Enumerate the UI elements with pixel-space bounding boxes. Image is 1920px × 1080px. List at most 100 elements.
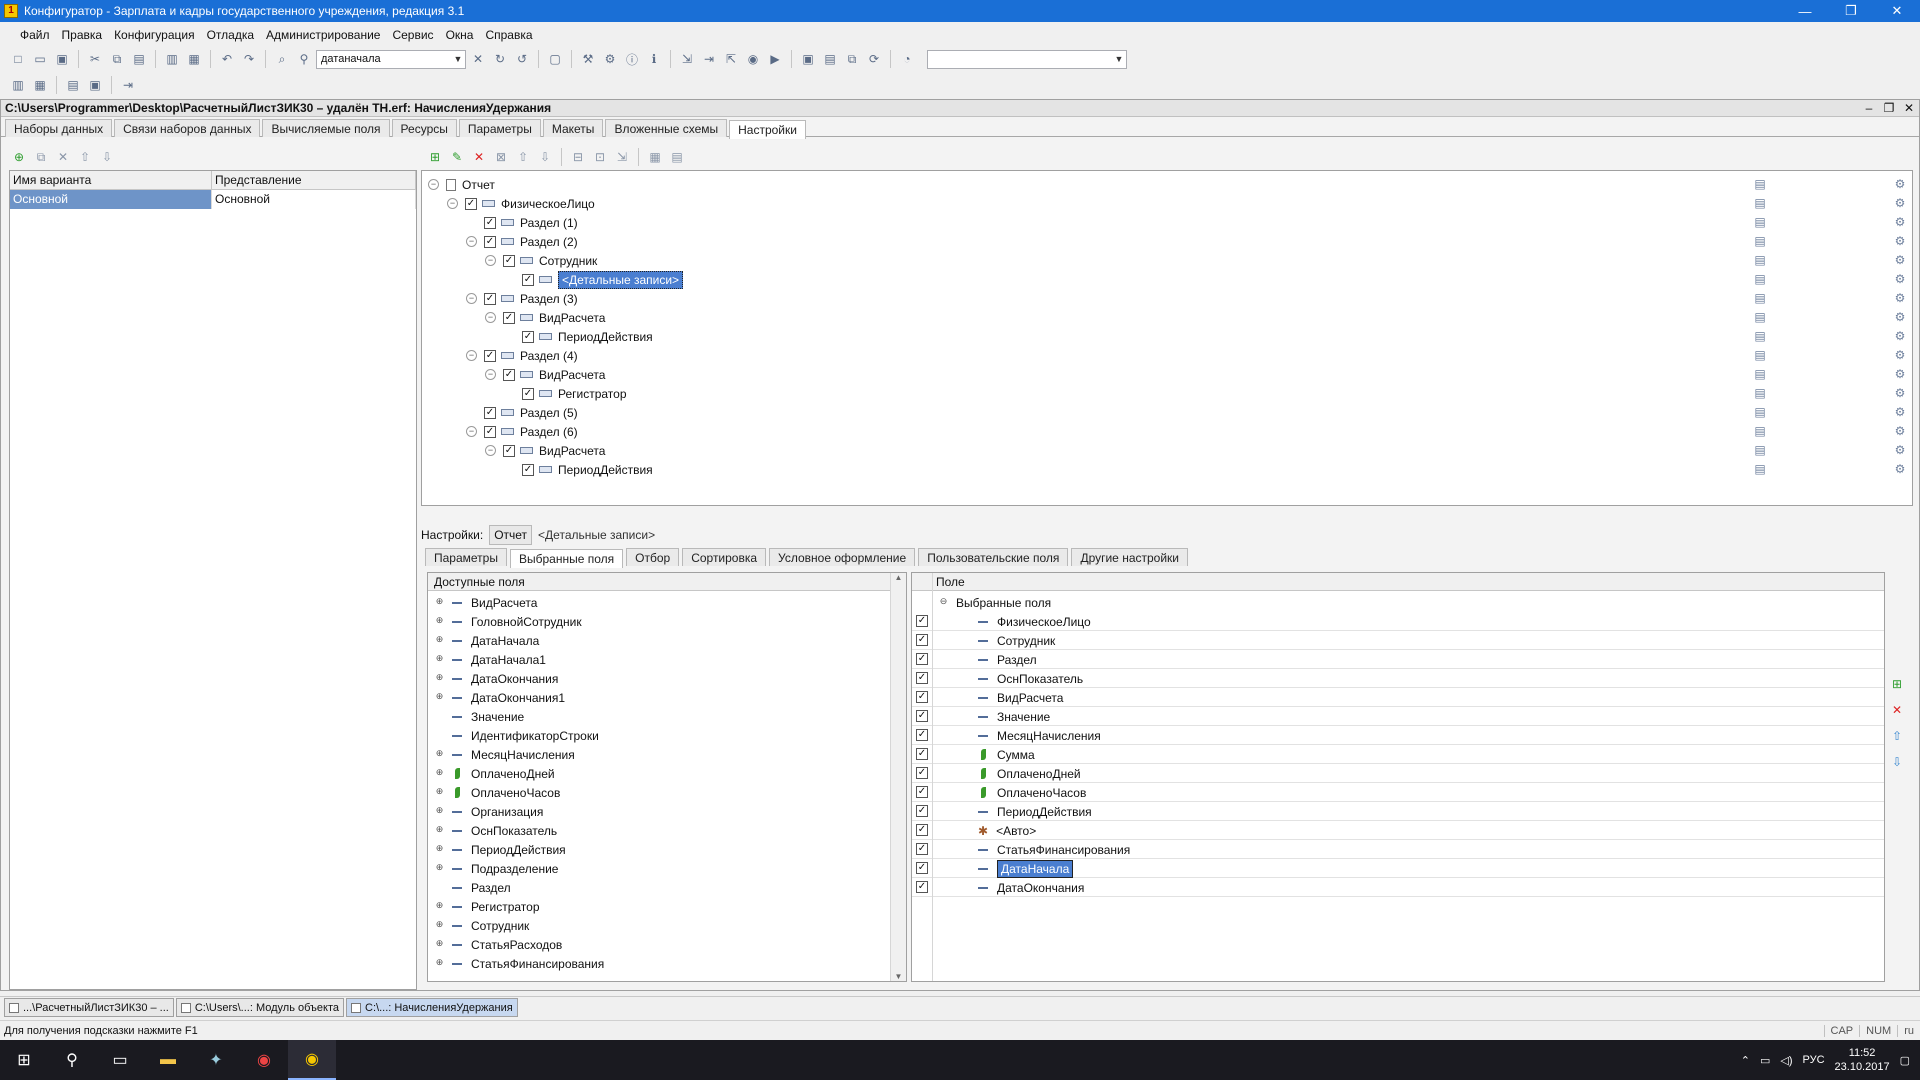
step-out-icon[interactable]: ⇱ [721, 49, 741, 69]
breakpoint-icon[interactable]: ◉ [743, 49, 763, 69]
tree-node-checkbox[interactable]: ✓ [484, 216, 496, 229]
tab-user-fields[interactable]: Пользовательские поля [918, 548, 1069, 566]
expand-icon[interactable]: ⊕ [434, 673, 445, 684]
tree-node[interactable]: − ✓ Сотрудник [485, 251, 597, 270]
list-item[interactable]: ⊕ ДатаОкончания [434, 669, 559, 688]
table-row[interactable]: СтатьяФинансирования [978, 840, 1130, 859]
variant-name-cell[interactable]: Основной [10, 190, 212, 209]
table-settings-icon[interactable]: ▤ [1752, 196, 1768, 210]
gear-settings-icon[interactable]: ⚙ [1892, 234, 1908, 248]
table-settings-icon[interactable]: ▤ [1752, 386, 1768, 400]
copy-variant-icon[interactable]: ⧉ [31, 147, 51, 167]
field-checkbox[interactable]: ✓ [916, 615, 928, 627]
expand-toggle-icon[interactable]: − [466, 426, 477, 437]
tree-node-checkbox[interactable]: ✓ [484, 349, 496, 362]
gear-settings-icon[interactable]: ⚙ [1892, 329, 1908, 343]
table-row[interactable]: ДатаОкончания [978, 878, 1084, 897]
column-header-variant-name[interactable]: Имя варианта [10, 171, 212, 189]
list-item[interactable]: ⊕ ВидРасчета [434, 593, 538, 612]
expand-toggle-icon[interactable]: − [466, 293, 477, 304]
table-row[interactable]: ОплаченоДней [978, 764, 1081, 783]
table-row[interactable]: ОплаченоЧасов [978, 783, 1086, 802]
list-item[interactable]: ⊕ Подразделение [434, 859, 559, 878]
tab-datasets[interactable]: Наборы данных [5, 119, 113, 137]
tree-node[interactable]: − ✓ Раздел (4) [466, 346, 578, 365]
tree-node[interactable]: −✓Регистратор [504, 384, 627, 403]
export-icon[interactable]: ⇥ [118, 75, 138, 95]
menu-configuration[interactable]: Конфигурация [108, 28, 201, 42]
tree-node[interactable]: −✓ПериодДействия [504, 327, 653, 346]
gear-settings-icon[interactable]: ⚙ [1892, 272, 1908, 286]
gear-settings-icon[interactable]: ⚙ [1892, 405, 1908, 419]
window-tab-3[interactable]: C:\...: НачисленияУдержания [346, 998, 518, 1017]
search-input[interactable]: датаначала [317, 53, 451, 65]
gear-settings-icon[interactable]: ⚙ [1892, 367, 1908, 381]
list-item[interactable]: ⊕ СтатьяФинансирования [434, 954, 605, 973]
expand-icon[interactable]: ⊕ [434, 768, 445, 779]
tree-node[interactable]: −✓Раздел (1) [466, 213, 578, 232]
step-into-icon[interactable]: ⇲ [677, 49, 697, 69]
app-launcher-icon[interactable]: ✦ [192, 1040, 240, 1080]
menu-help[interactable]: Справка [479, 28, 538, 42]
tab-templates[interactable]: Макеты [542, 119, 604, 137]
expand-icon[interactable]: ⊕ [434, 825, 445, 836]
gear-settings-icon[interactable]: ⚙ [1892, 424, 1908, 438]
expand-icon[interactable]: ⊕ [434, 787, 445, 798]
gear-settings-icon[interactable]: ⚙ [1892, 177, 1908, 191]
start-button[interactable]: ⊞ [0, 1040, 48, 1080]
table-row[interactable]: ФизическоеЛицо [978, 612, 1091, 631]
print-icon[interactable]: ▥ [162, 49, 182, 69]
gear-settings-icon[interactable]: ⚙ [1892, 462, 1908, 476]
list-item[interactable]: ⊕Раздел [434, 878, 511, 897]
list-item[interactable]: ⊕ ОплаченоЧасов [434, 783, 561, 802]
list-item[interactable]: ⊕ ОснПоказатель [434, 821, 557, 840]
list-item[interactable]: ⊕ ПериодДействия [434, 840, 566, 859]
gear-settings-icon[interactable]: ⚙ [1892, 348, 1908, 362]
table-settings-icon[interactable]: ▤ [1752, 329, 1768, 343]
table-row[interactable]: ✱ <Авто> [978, 821, 1036, 840]
save-icon[interactable]: ▣ [52, 49, 72, 69]
table-row[interactable]: Сотрудник [978, 631, 1055, 650]
copy-icon[interactable]: ⧉ [107, 49, 127, 69]
tab-selected-fields[interactable]: Выбранные поля [509, 549, 624, 568]
tab-sort[interactable]: Сортировка [682, 548, 767, 566]
notifications-icon[interactable]: ▢ [1900, 1054, 1910, 1067]
gear-settings-icon[interactable]: ⚙ [1892, 215, 1908, 229]
tree-node[interactable]: −✓<Детальные записи> [504, 270, 684, 289]
table-settings-icon[interactable]: ▤ [1752, 310, 1768, 324]
new-document-icon[interactable]: □ [8, 49, 28, 69]
tab-other-settings[interactable]: Другие настройки [1071, 548, 1188, 566]
gear-settings-icon[interactable]: ⚙ [1892, 291, 1908, 305]
expand-icon[interactable]: ⊕ [434, 692, 445, 703]
scroll-up-icon[interactable]: ▲ [891, 573, 906, 582]
tree-node-checkbox[interactable]: ✓ [522, 330, 534, 343]
move-up-icon[interactable]: ⇧ [513, 147, 533, 167]
input-language[interactable]: РУС [1803, 1054, 1825, 1066]
tree-node-checkbox[interactable]: ✓ [522, 273, 534, 286]
field-checkbox[interactable]: ✓ [916, 748, 928, 760]
menu-windows[interactable]: Окна [440, 28, 480, 42]
run-enterprise-icon[interactable]: ▣ [798, 49, 818, 69]
cut-icon[interactable]: ✂ [85, 49, 105, 69]
table-row[interactable]: ОснПоказатель [978, 669, 1083, 688]
expand-icon[interactable]: ⊕ [434, 806, 445, 817]
compare-icon[interactable]: ⧉ [842, 49, 862, 69]
table-settings-icon[interactable]: ▤ [1752, 177, 1768, 191]
tree-node-checkbox[interactable]: ✓ [484, 425, 496, 438]
field-checkbox[interactable]: ✓ [916, 672, 928, 684]
list-item[interactable]: ⊕ Регистратор [434, 897, 540, 916]
expand-icon[interactable]: ⊕ [434, 901, 445, 912]
available-fields-scrollbar[interactable]: ▲ ▼ [890, 573, 906, 981]
move-field-down-icon[interactable]: ⇩ [1887, 752, 1907, 772]
tab-conditional-appearance[interactable]: Условное оформление [769, 548, 916, 566]
menu-administration[interactable]: Администрирование [260, 28, 386, 42]
move-into-icon[interactable]: ⇲ [612, 147, 632, 167]
tree-node[interactable]: − ✓ Раздел (6) [466, 422, 578, 441]
list-item[interactable]: ⊕ИдентификаторСтроки [434, 726, 599, 745]
variant-presentation-cell[interactable]: Основной [212, 190, 416, 209]
find-in-files-icon[interactable]: ⌕ [272, 49, 292, 69]
list-item[interactable]: ⊕Значение [434, 707, 524, 726]
table-settings-icon[interactable]: ▤ [1752, 367, 1768, 381]
tree-node[interactable]: − ✓ Раздел (2) [466, 232, 578, 251]
search-icon[interactable]: ⚲ [48, 1040, 96, 1080]
